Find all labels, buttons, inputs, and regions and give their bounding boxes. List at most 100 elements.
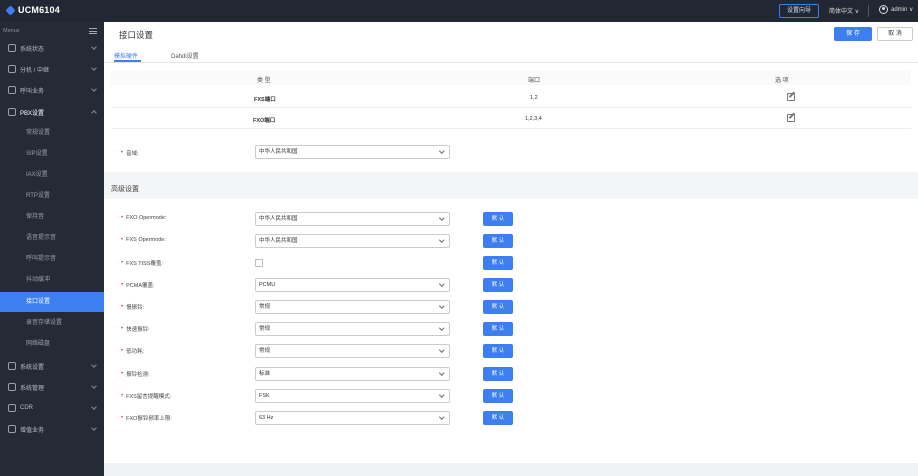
- user-icon: [879, 5, 888, 14]
- chevron-down-icon: [438, 370, 444, 376]
- select-value: 标准: [259, 371, 271, 377]
- sidebar-item-value-added[interactable]: 增值业务: [0, 419, 104, 439]
- extension-icon: [8, 65, 16, 73]
- fxs-opermode-label: • FXS Opermode:: [121, 237, 166, 243]
- field-label: 振铃检测:: [126, 372, 150, 378]
- fast-ring-select[interactable]: 常规: [255, 322, 450, 336]
- phone-icon: [8, 86, 16, 94]
- fxs-mwi-mode-select[interactable]: FSK: [255, 389, 450, 403]
- fxs-opermode-select[interactable]: 中华人民共和国: [255, 234, 450, 248]
- sidebar-subitem-voice-prompt[interactable]: 语音提示音: [0, 228, 104, 248]
- required-marker: •: [121, 304, 124, 310]
- sidebar-item-cdr[interactable]: CDR: [0, 398, 104, 418]
- required-marker: •: [121, 348, 124, 354]
- column-header-port: 端口: [528, 78, 541, 84]
- default-button[interactable]: 默 认: [483, 278, 513, 292]
- sidebar-subitem-recording-storage[interactable]: 录音存储设置: [0, 313, 104, 333]
- default-button[interactable]: 默 认: [483, 234, 513, 248]
- app-logo[interactable]: UCM6104: [5, 4, 60, 16]
- sidebar-subitem-interface-settings[interactable]: 接口设置: [0, 292, 104, 312]
- sidebar-subitem-sip[interactable]: SIP设置: [0, 144, 104, 164]
- top-bar: UCM6104 设置向导 简体中文 ∨ admin ∨: [0, 0, 918, 22]
- divider: [104, 62, 918, 63]
- sidebar-subitem-iax[interactable]: IAX设置: [0, 165, 104, 185]
- tone-zone-label: • 音域:: [121, 149, 139, 157]
- chevron-up-icon: [91, 110, 97, 116]
- port-type: FXO端口: [253, 118, 276, 124]
- sidebar-item-system-settings[interactable]: 系统设置: [0, 356, 104, 376]
- edit-icon[interactable]: [787, 114, 795, 122]
- sidebar-subitem-network-drive[interactable]: 网络磁盘: [0, 334, 104, 354]
- default-button[interactable]: 默 认: [483, 212, 513, 226]
- collapse-menu-icon[interactable]: [89, 28, 97, 34]
- required-marker: •: [121, 150, 124, 156]
- field-label: FXS Opermode:: [126, 237, 166, 243]
- default-button[interactable]: 默 认: [483, 300, 513, 314]
- save-button[interactable]: 保 存: [834, 27, 872, 41]
- fxo-opermode-label: • FXO Opermode:: [121, 215, 166, 221]
- default-button[interactable]: 默 认: [483, 389, 513, 403]
- fxo-opermode-select[interactable]: 中华人民共和国: [255, 212, 450, 226]
- sidebar-item-call-features[interactable]: 呼叫业务: [0, 80, 104, 100]
- sidebar-item-extension-trunk[interactable]: 分机 / 中继: [0, 59, 104, 79]
- select-value: 常规: [259, 348, 271, 354]
- sidebar-subitem-general[interactable]: 常规设置: [0, 123, 104, 143]
- chevron-down-icon: [91, 383, 97, 389]
- column-header-type: 类 型: [257, 78, 271, 84]
- chevron-down-icon: [91, 362, 97, 368]
- tab-analog-hardware[interactable]: 模拟硬件: [114, 51, 138, 60]
- default-button[interactable]: 默 认: [483, 322, 513, 336]
- required-marker: •: [121, 371, 124, 377]
- sidebar-item-label: 系统设置: [20, 364, 45, 371]
- cancel-button[interactable]: 取 消: [877, 27, 913, 41]
- sidebar-item-label: 系统管理: [20, 385, 45, 392]
- field-label: FXS留言提醒模式:: [126, 394, 172, 400]
- document-icon: [8, 404, 16, 412]
- sidebar-item-system-status[interactable]: 系统状态: [0, 38, 104, 58]
- required-marker: •: [121, 215, 124, 221]
- sidebar-item-label: 系统状态: [20, 46, 45, 53]
- sidebar-subitem-call-tone[interactable]: 呼叫提示音: [0, 249, 104, 269]
- default-button[interactable]: 默 认: [483, 344, 513, 358]
- sidebar-item-label: 增值业务: [20, 427, 45, 434]
- edit-icon[interactable]: [787, 93, 795, 101]
- required-marker: •: [121, 282, 124, 288]
- settings-panel: 接口设置 保 存 取 消 模拟硬件 Dahdi设置 类 型 端口 选 项 FXS…: [104, 22, 918, 476]
- default-button[interactable]: 默 认: [483, 367, 513, 381]
- divider: [868, 5, 869, 17]
- pcma-override-select[interactable]: PCMU: [255, 278, 450, 292]
- sidebar-subitem-music-on-hold[interactable]: 保持音: [0, 207, 104, 227]
- setup-wizard-button[interactable]: 设置向导: [779, 4, 819, 18]
- chevron-down-icon: [91, 86, 97, 92]
- sidebar-item-label: PBX设置: [20, 110, 45, 117]
- low-power-select[interactable]: 常规: [255, 344, 450, 358]
- select-value: 常规: [259, 304, 271, 310]
- field-label: FXS TISS覆盖:: [126, 261, 163, 267]
- user-menu[interactable]: admin ∨: [879, 5, 913, 14]
- required-marker: •: [121, 393, 124, 399]
- select-value: 中华人民共和国: [259, 149, 298, 155]
- default-button[interactable]: 默 认: [483, 411, 513, 425]
- default-button[interactable]: 默 认: [483, 256, 513, 270]
- sidebar-item-pbx-settings[interactable]: PBX设置: [0, 102, 104, 122]
- language-selector[interactable]: 简体中文 ∨: [829, 6, 859, 15]
- field-label: PCMA覆盖:: [126, 283, 155, 289]
- menus-label: Menus: [3, 28, 20, 34]
- sidebar-subitem-jitter-buffer[interactable]: 抖动缓冲: [0, 270, 104, 290]
- fxs-tiss-checkbox[interactable]: [255, 259, 263, 267]
- tab-dahdi-settings[interactable]: Dahdi设置: [171, 51, 199, 60]
- slow-ring-select[interactable]: 常规: [255, 300, 450, 314]
- tone-zone-select[interactable]: 中华人民共和国: [255, 145, 450, 159]
- fxo-ring-frequency-label: • FXO振铃频率上限:: [121, 414, 172, 422]
- chevron-down-icon: [438, 303, 444, 309]
- logo-icon: [5, 4, 16, 16]
- low-power-label: • 低功耗:: [121, 347, 144, 355]
- chevron-down-icon: [438, 347, 444, 353]
- sidebar-item-maintenance[interactable]: 系统管理: [0, 377, 104, 397]
- fxo-ring-frequency-select[interactable]: 63 Hz: [255, 411, 450, 425]
- select-value: 中华人民共和国: [259, 216, 298, 222]
- sidebar-subitem-rtp[interactable]: RTP设置: [0, 186, 104, 206]
- dashboard-icon: [8, 44, 16, 52]
- ring-detect-select[interactable]: 标准: [255, 367, 450, 381]
- chevron-down-icon: [91, 404, 97, 410]
